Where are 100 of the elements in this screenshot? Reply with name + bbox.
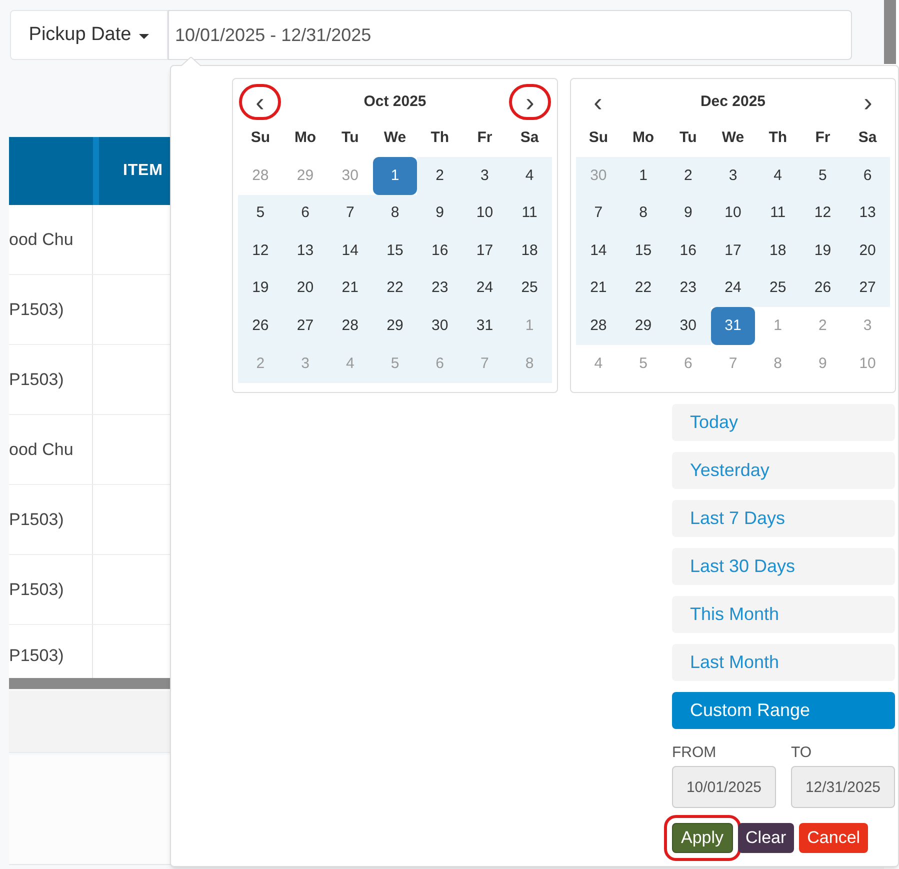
- calendar-day[interactable]: 23: [666, 270, 711, 308]
- calendar-day[interactable]: 19: [800, 232, 846, 270]
- calendar-day[interactable]: 31: [710, 307, 756, 345]
- calendar-day[interactable]: 7: [576, 194, 621, 232]
- calendar-day[interactable]: 11: [507, 194, 552, 232]
- weekday-label: Th: [768, 128, 788, 148]
- calendar-day[interactable]: 6: [845, 157, 890, 195]
- calendar-day[interactable]: 4: [507, 157, 552, 195]
- calendar-day[interactable]: 21: [576, 270, 621, 308]
- calendar-day[interactable]: 8: [620, 194, 666, 232]
- calendar-day[interactable]: 28: [328, 307, 373, 345]
- calendar-day[interactable]: 10: [710, 194, 756, 232]
- calendar-day[interactable]: 30: [417, 307, 462, 345]
- weekday-label: Mo: [631, 128, 656, 148]
- calendar-day[interactable]: 19: [238, 270, 283, 308]
- calendar-day[interactable]: 15: [372, 232, 418, 270]
- calendar-day[interactable]: 31: [462, 307, 508, 345]
- calendar-day[interactable]: 27: [845, 270, 890, 308]
- weekday-label: Sa: [519, 128, 540, 148]
- calendar-day[interactable]: 16: [666, 232, 711, 270]
- calendar-day[interactable]: 25: [755, 270, 800, 308]
- weekday-label: We: [382, 128, 408, 148]
- weekday-label: Fr: [814, 128, 832, 148]
- weekday-label: Su: [588, 128, 609, 148]
- calendar-day[interactable]: 7: [328, 194, 373, 232]
- weekday-label: We: [720, 128, 746, 148]
- calendar-day[interactable]: 24: [462, 270, 508, 308]
- calendar-day[interactable]: 9: [417, 194, 462, 232]
- calendar-day[interactable]: 12: [238, 232, 283, 270]
- calendar-day[interactable]: 17: [710, 232, 756, 270]
- calendar-day[interactable]: 22: [620, 270, 666, 308]
- calendar-day[interactable]: 14: [328, 232, 373, 270]
- table-cell-text: P1503): [9, 645, 64, 668]
- calendar-day[interactable]: 13: [845, 194, 890, 232]
- table-cell-text: P1503): [9, 578, 64, 601]
- range-option[interactable]: Custom Range: [672, 692, 895, 729]
- prev-month-button[interactable]: ‹: [580, 87, 616, 117]
- calendar-day[interactable]: 9: [666, 194, 711, 232]
- calendar-day[interactable]: 17: [462, 232, 508, 270]
- filter-dropdown-button[interactable]: Pickup Date: [10, 10, 168, 60]
- weekday-label: Th: [430, 128, 450, 148]
- calendar-day[interactable]: 26: [238, 307, 283, 345]
- calendar-day[interactable]: 3: [710, 157, 756, 195]
- next-month-button[interactable]: ›: [512, 87, 548, 117]
- calendar-day[interactable]: 12: [800, 194, 846, 232]
- calendar-day[interactable]: 2: [417, 157, 462, 195]
- field-label: FROM: [672, 743, 718, 763]
- calendar-day[interactable]: 25: [507, 270, 552, 308]
- calendar-day[interactable]: 8: [372, 194, 418, 232]
- calendar-day[interactable]: 24: [710, 270, 756, 308]
- calendar-day[interactable]: 10: [462, 194, 508, 232]
- table-cell-text: P1503): [9, 298, 64, 321]
- calendar-day[interactable]: 18: [507, 232, 552, 270]
- column-header: ITEM: [123, 161, 163, 181]
- month-title: Dec 2025: [700, 92, 766, 112]
- calendar-day[interactable]: 20: [282, 270, 328, 308]
- calendar-day[interactable]: 23: [417, 270, 462, 308]
- calendar-day[interactable]: 2: [666, 157, 711, 195]
- calendar-day[interactable]: 11: [755, 194, 800, 232]
- to-date-field[interactable]: 12/31/2025: [791, 766, 895, 808]
- caret-icon: [139, 34, 150, 38]
- calendar-day[interactable]: 27: [282, 307, 328, 345]
- weekday-label: Mo: [293, 128, 318, 148]
- calendar-day[interactable]: 30: [666, 307, 711, 345]
- month-title: Oct 2025: [364, 92, 426, 112]
- table-cell-text: P1503): [9, 508, 64, 531]
- calendar-day[interactable]: 22: [372, 270, 418, 308]
- calendar-day[interactable]: 1: [372, 157, 418, 195]
- from-date-field[interactable]: 10/01/2025: [672, 766, 776, 808]
- weekday-label: Tu: [340, 128, 360, 148]
- weekday-label: Tu: [678, 128, 698, 148]
- calendar-day[interactable]: 29: [620, 307, 666, 345]
- scrollbar-thumb[interactable]: [884, 0, 896, 64]
- weekday-label: Fr: [476, 128, 494, 148]
- next-month-button[interactable]: ›: [850, 87, 886, 117]
- calendar-day[interactable]: 29: [372, 307, 418, 345]
- calendar-day[interactable]: 14: [576, 232, 621, 270]
- calendar-day[interactable]: 21: [328, 270, 373, 308]
- calendar-day[interactable]: 26: [800, 270, 846, 308]
- calendar-day[interactable]: 20: [845, 232, 890, 270]
- calendar-day[interactable]: 15: [620, 232, 666, 270]
- date-range-field[interactable]: 10/01/2025 - 12/31/2025: [168, 10, 852, 60]
- calendar-day[interactable]: 13: [282, 232, 328, 270]
- calendar-day[interactable]: 18: [755, 232, 800, 270]
- calendar-day[interactable]: 1: [620, 157, 666, 195]
- calendar-day[interactable]: 6: [282, 194, 328, 232]
- field-label: TO: [791, 743, 813, 763]
- table-cell-text: ood Chu: [9, 438, 74, 461]
- calendar-day[interactable]: 28: [576, 307, 621, 345]
- calendar-day[interactable]: 3: [462, 157, 508, 195]
- prev-month-button[interactable]: ‹: [242, 87, 278, 117]
- cancel-button[interactable]: Cancel: [799, 823, 868, 853]
- clear-button[interactable]: Clear: [738, 823, 794, 853]
- calendar-day[interactable]: 4: [755, 157, 800, 195]
- calendar-day[interactable]: 16: [417, 232, 462, 270]
- calendar-day[interactable]: 5: [800, 157, 846, 195]
- weekday-label: Su: [250, 128, 271, 148]
- calendar-day[interactable]: 5: [238, 194, 283, 232]
- weekday-label: Sa: [857, 128, 878, 148]
- table-cell-text: P1503): [9, 368, 64, 391]
